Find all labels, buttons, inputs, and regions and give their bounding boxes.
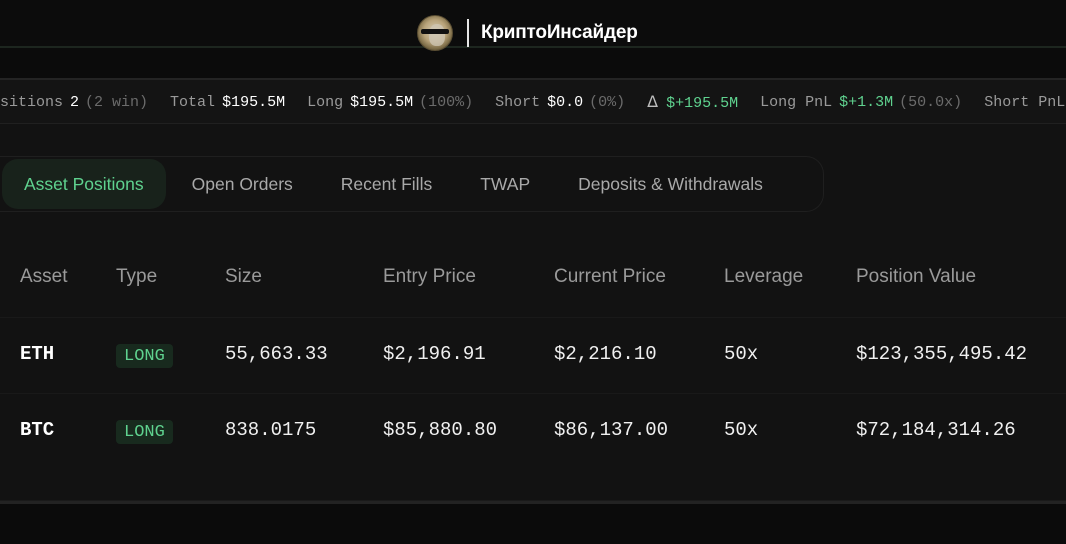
- column-header-leverage[interactable]: Leverage: [724, 266, 803, 288]
- stat-short-value: $0.0: [547, 93, 584, 111]
- stat-long-pnl-sub: (50.0x): [899, 93, 963, 111]
- tab-asset-positions[interactable]: Asset Positions: [2, 159, 166, 209]
- stat-total-label: Total: [170, 93, 216, 111]
- brand: КриптоИнсайдер: [417, 15, 638, 51]
- stat-long-pnl-label: Long PnL: [760, 93, 833, 111]
- tab-deposits-withdrawals[interactable]: Deposits & Withdrawals: [556, 159, 785, 209]
- delta-icon: Δ: [647, 92, 659, 111]
- stat-positions-sub: (2 win): [85, 93, 149, 111]
- positions-table: Asset Type Size Entry Price Current Pric…: [0, 242, 1066, 470]
- table-row[interactable]: ETH LONG 55,663.33 $2,196.91 $2,216.10 5…: [0, 318, 1066, 394]
- column-header-position-value[interactable]: Position Value: [856, 266, 976, 288]
- cell-position-value: $72,184,314.26: [856, 419, 1016, 441]
- stat-short-label: Short: [495, 93, 541, 111]
- stat-long: Long $195.5M (100%): [307, 94, 473, 111]
- stat-long-sub: (100%): [419, 93, 474, 111]
- cell-position-value: $123,355,495.42: [856, 343, 1028, 365]
- column-header-type[interactable]: Type: [116, 266, 157, 288]
- cell-entry-price: $85,880.80: [383, 419, 498, 441]
- stat-short-pnl-label: Short PnL: [984, 93, 1066, 111]
- cell-size: 55,663.33: [225, 343, 328, 365]
- cell-leverage: 50x: [724, 419, 759, 441]
- table-header: Asset Type Size Entry Price Current Pric…: [0, 242, 1066, 318]
- main-panel: Asset Positions Open Orders Recent Fills…: [0, 124, 1066, 502]
- type-badge: LONG: [116, 344, 173, 368]
- avatar: [417, 15, 453, 51]
- cell-leverage: 50x: [724, 343, 759, 365]
- stat-delta-value: $+195.5M: [666, 95, 739, 112]
- column-header-size[interactable]: Size: [225, 266, 262, 288]
- cell-current-price: $2,216.10: [554, 343, 657, 365]
- brand-name: КриптоИнсайдер: [481, 22, 638, 43]
- stat-long-value: $195.5M: [350, 93, 414, 111]
- stat-positions: Positions 2 (2 win): [0, 94, 148, 111]
- column-header-entry-price[interactable]: Entry Price: [383, 266, 476, 288]
- type-badge: LONG: [116, 420, 173, 444]
- tab-twap[interactable]: TWAP: [458, 159, 552, 209]
- column-header-asset[interactable]: Asset: [20, 266, 68, 288]
- brand-divider: [467, 19, 469, 47]
- stat-positions-label: Positions: [0, 93, 64, 111]
- brand-header: КриптоИнсайдер: [0, 0, 1066, 51]
- stat-long-pnl: Long PnL $+1.3M (50.0x): [760, 94, 962, 111]
- cell-entry-price: $2,196.91: [383, 343, 486, 365]
- table-row[interactable]: BTC LONG 838.0175 $85,880.80 $86,137.00 …: [0, 394, 1066, 470]
- stat-total: Total $195.5M: [170, 94, 285, 111]
- tab-open-orders[interactable]: Open Orders: [170, 159, 315, 209]
- stat-total-value: $195.5M: [222, 93, 286, 111]
- tab-bar: Asset Positions Open Orders Recent Fills…: [0, 156, 824, 212]
- footer: [0, 504, 1066, 544]
- stat-short-sub: (0%): [589, 93, 626, 111]
- avatar-band-icon: [421, 29, 449, 34]
- stat-short: Short $0.0 (0%): [495, 94, 625, 111]
- stat-delta: Δ $+195.5M: [647, 92, 738, 112]
- cell-asset: BTC: [20, 419, 55, 441]
- stat-long-label: Long: [307, 93, 344, 111]
- stat-short-pnl: Short PnL: [984, 94, 1066, 111]
- avatar-face-icon: [429, 24, 445, 46]
- cell-size: 838.0175: [225, 419, 317, 441]
- cell-current-price: $86,137.00: [554, 419, 669, 441]
- cell-asset: ETH: [20, 343, 55, 365]
- column-header-current-price[interactable]: Current Price: [554, 266, 666, 288]
- tab-recent-fills[interactable]: Recent Fills: [319, 159, 454, 209]
- stat-long-pnl-value: $+1.3M: [839, 93, 894, 111]
- stat-positions-value: 2: [70, 93, 80, 111]
- stats-strip: Positions 2 (2 win) Total $195.5M Long $…: [0, 78, 1066, 124]
